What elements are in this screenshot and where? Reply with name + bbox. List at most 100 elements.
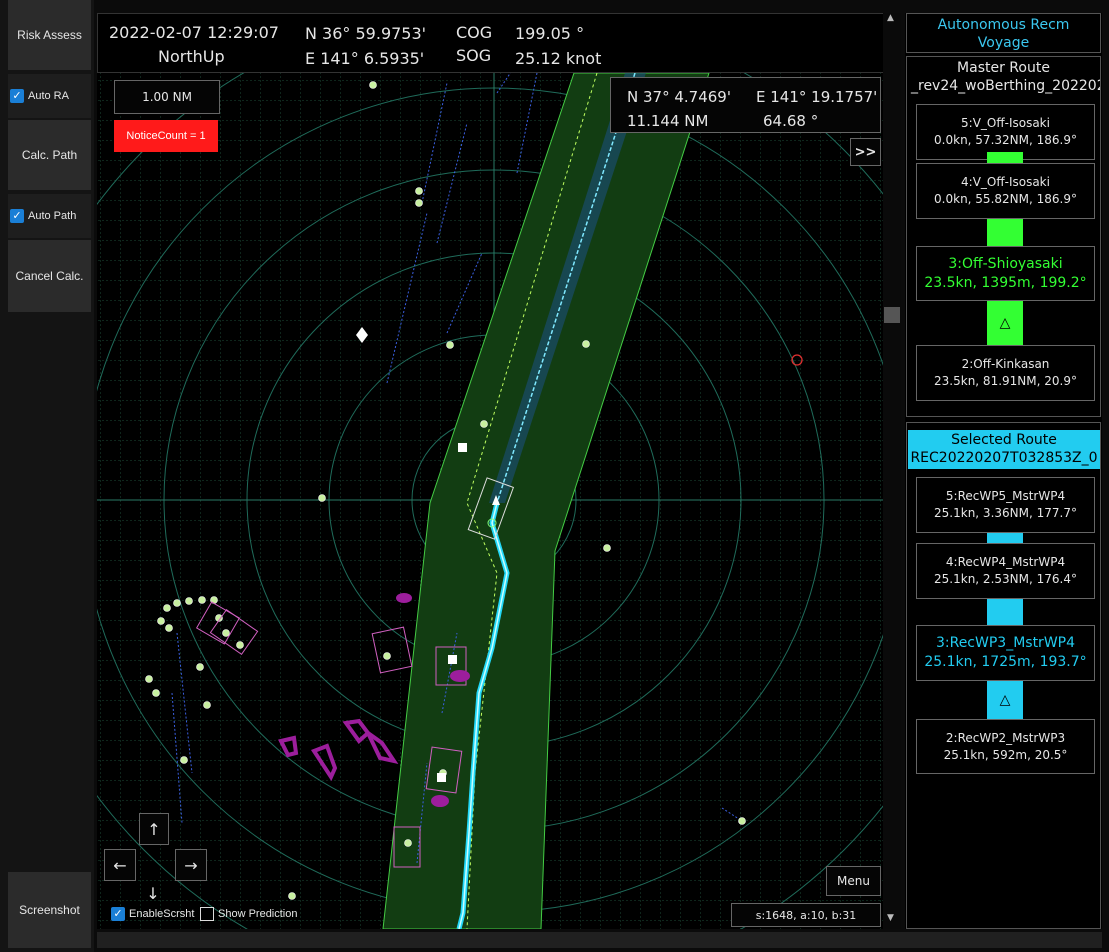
panel-title: Autonomous Recm Voyage: [906, 13, 1101, 53]
master-leg-connector: [987, 152, 1023, 163]
radar-map[interactable]: 1.00 NM NoticeCount = 1 N 37° 4.7469' E …: [97, 73, 883, 929]
menu-button[interactable]: Menu: [826, 866, 881, 896]
master-direction-icon: △: [987, 301, 1023, 345]
auto-ra-toggle[interactable]: ✓ Auto RA: [8, 74, 91, 118]
vertical-scrollbar[interactable]: ▲ ▼: [883, 13, 901, 929]
target-icon: [437, 773, 446, 782]
cursor-lat: N 37° 4.7469': [627, 88, 731, 106]
scroll-up-icon[interactable]: ▲: [887, 13, 894, 23]
checkbox-unchecked-icon[interactable]: [200, 907, 214, 921]
sog-value: 25.12 knot: [515, 49, 602, 68]
selected-wp-2[interactable]: 2:RecWP2_MstrWP3 25.1kn, 592m, 20.5°: [916, 719, 1095, 774]
target-icon: [383, 652, 391, 660]
show-prediction-toggle[interactable]: Show Prediction: [200, 907, 298, 921]
calc-path-button[interactable]: Calc. Path: [8, 120, 91, 190]
cog-value: 199.05 °: [515, 24, 585, 43]
auto-ra-label: Auto RA: [28, 90, 69, 102]
target-icon: [222, 629, 230, 637]
ownship-lat: N 36° 59.9753': [305, 24, 427, 43]
selected-direction-icon: △: [987, 681, 1023, 719]
target-icon: [236, 641, 244, 649]
wp-info: 25.1kn, 2.53NM, 176.4°: [934, 572, 1077, 586]
target-icon: [196, 663, 204, 671]
wp-name: 4:V_Off-Isosaki: [961, 175, 1050, 189]
target-icon: [165, 624, 173, 632]
target-icon: [458, 443, 467, 452]
target-icon: [738, 817, 746, 825]
wp-info: 0.0kn, 55.82NM, 186.9°: [934, 192, 1077, 206]
target-icon: [173, 599, 181, 607]
checkbox-checked-icon[interactable]: ✓: [10, 209, 24, 223]
wp-info: 25.1kn, 1725m, 193.7°: [924, 654, 1087, 670]
master-wp-3-active[interactable]: 3:Off-Shioyasaki 23.5kn, 1395m, 199.2°: [916, 246, 1095, 301]
show-prediction-label: Show Prediction: [218, 908, 298, 920]
target-icon: [480, 420, 488, 428]
target-icon: [157, 617, 165, 625]
stats-readout: s:1648, a:10, b:31: [731, 903, 881, 927]
selected-wp-4[interactable]: 4:RecWP4_MstrWP4 25.1kn, 2.53NM, 176.4°: [916, 543, 1095, 599]
target-icon: [180, 756, 188, 764]
target-icon: [448, 655, 457, 664]
master-wp-4[interactable]: 4:V_Off-Isosaki 0.0kn, 55.82NM, 186.9°: [916, 163, 1095, 219]
notice-count-badge[interactable]: NoticeCount = 1: [114, 120, 218, 152]
ownship-status-bar: 2022-02-07 12:29:07 NorthUp N 36° 59.975…: [97, 13, 901, 73]
checkbox-checked-icon[interactable]: ✓: [10, 89, 24, 103]
wp-name: 5:V_Off-Isosaki: [961, 116, 1050, 130]
selected-route-name: REC20220207T032853Z_0: [910, 450, 1098, 466]
enable-screenshot-toggle[interactable]: ✓ EnableScrsht: [111, 907, 194, 921]
target-icon: [415, 187, 423, 195]
expand-button[interactable]: >>: [850, 138, 881, 166]
master-leg-connector: [987, 219, 1023, 246]
target-icon: [203, 701, 211, 709]
target-icon: [404, 839, 412, 847]
wp-name: 3:RecWP3_MstrWP4: [935, 635, 1076, 651]
datetime-readout: 2022-02-07 12:29:07: [109, 23, 279, 42]
map-canvas[interactable]: [97, 73, 883, 929]
checkbox-checked-icon[interactable]: ✓: [111, 907, 125, 921]
scrollbar-thumb[interactable]: [884, 307, 900, 323]
target-icon: [415, 199, 423, 207]
cog-label: COG: [456, 23, 493, 42]
auto-path-label: Auto Path: [28, 210, 77, 222]
left-sidebar: Risk Assess ✓ Auto RA Calc. Path ✓ Auto …: [0, 0, 94, 952]
wp-info: 23.5kn, 81.91NM, 20.9°: [934, 374, 1077, 388]
wp-name: 2:Off-Kinkasan: [961, 357, 1050, 371]
cursor-bearing: 64.68 °: [763, 112, 819, 130]
selected-route-header: Selected Route REC20220207T032853Z_0: [908, 430, 1100, 469]
pan-right-button[interactable]: →: [175, 849, 207, 881]
cursor-distance: 11.144 NM: [627, 112, 709, 130]
cursor-lon: E 141° 19.1757': [756, 88, 878, 106]
scroll-down-icon[interactable]: ▼: [887, 913, 894, 923]
screenshot-button[interactable]: Screenshot: [8, 872, 91, 948]
master-wp-2[interactable]: 2:Off-Kinkasan 23.5kn, 81.91NM, 20.9°: [916, 345, 1095, 401]
target-icon: [163, 604, 171, 612]
voyage-panel: Autonomous Recm Voyage Master Route _rev…: [905, 13, 1102, 929]
target-icon: [318, 494, 326, 502]
ownship-lon: E 141° 6.5935': [305, 49, 425, 68]
selected-wp-5[interactable]: 5:RecWP5_MstrWP4 25.1kn, 3.36NM, 177.7°: [916, 477, 1095, 533]
target-icon: [145, 675, 153, 683]
target-icon: [185, 597, 193, 605]
master-route-label: Master Route: [957, 60, 1050, 76]
cursor-readout-panel: N 37° 4.7469' E 141° 19.1757' 11.144 NM …: [610, 77, 881, 133]
wp-name: 2:RecWP2_MstrWP3: [945, 730, 1066, 745]
wp-name: 4:RecWP4_MstrWP4: [945, 555, 1066, 569]
risk-assess-button[interactable]: Risk Assess: [8, 0, 91, 70]
orientation-readout: NorthUp: [158, 47, 225, 66]
pan-down-button[interactable]: ↓: [139, 879, 167, 907]
range-scale[interactable]: 1.00 NM: [114, 80, 220, 114]
target-icon: [369, 81, 377, 89]
pan-left-button[interactable]: ←: [104, 849, 136, 881]
target-icon: [288, 892, 296, 900]
auto-path-toggle[interactable]: ✓ Auto Path: [8, 194, 91, 238]
wp-info: 0.0kn, 57.32NM, 186.9°: [934, 133, 1077, 147]
selected-wp-3-active[interactable]: 3:RecWP3_MstrWP4 25.1kn, 1725m, 193.7°: [916, 625, 1095, 681]
panel-title-line2: Voyage: [977, 35, 1030, 51]
wp-info: 23.5kn, 1395m, 199.2°: [924, 274, 1087, 291]
pan-up-button[interactable]: ↑: [139, 813, 169, 845]
cancel-calc-button[interactable]: Cancel Calc.: [8, 240, 91, 312]
selected-leg-connector: [987, 599, 1023, 625]
bottom-bar: [97, 932, 1102, 948]
target-icon: [446, 341, 454, 349]
panel-title-line1: Autonomous Recm: [937, 17, 1070, 33]
